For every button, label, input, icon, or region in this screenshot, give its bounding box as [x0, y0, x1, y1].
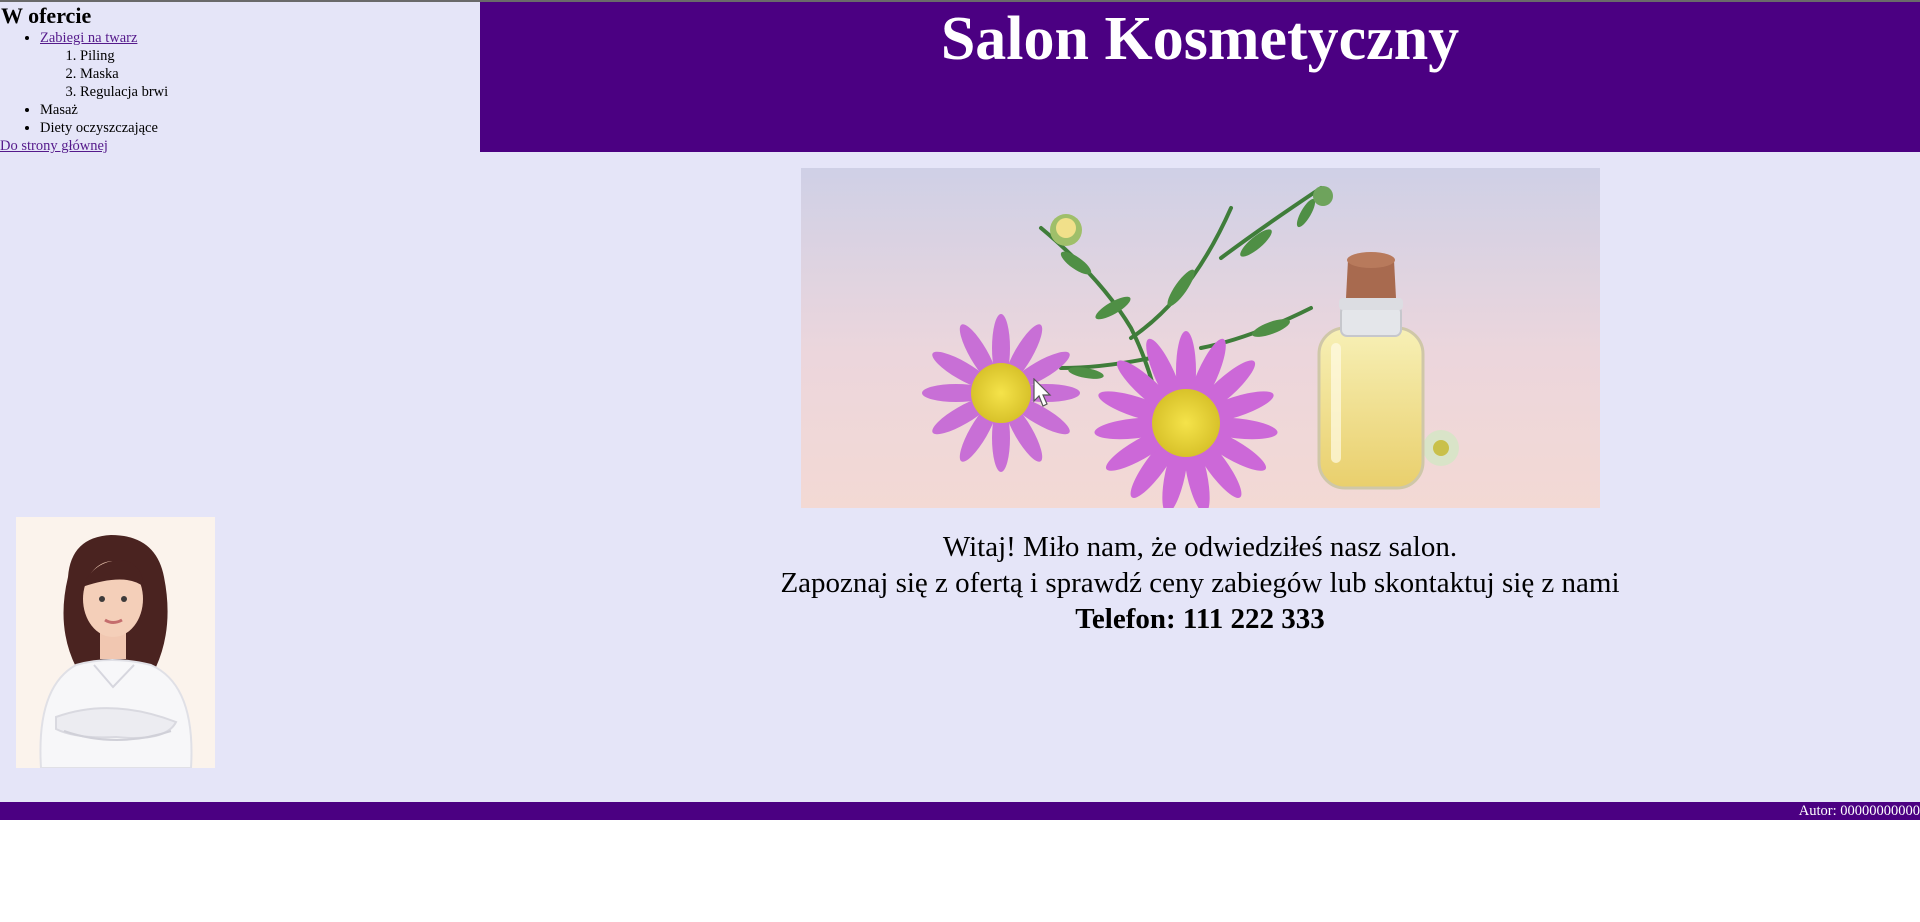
- facial-treatments-link[interactable]: Zabiegi na twarz: [40, 30, 137, 46]
- footer-bar: Autor: 00000000000: [0, 802, 1920, 820]
- menu-item-facial: Zabiegi na twarz Piling Maska Regulacja …: [40, 29, 480, 101]
- subitem-mask: Maska: [80, 65, 480, 83]
- offer-menu: W ofercie Zabiegi na twarz Piling Maska …: [0, 2, 480, 155]
- page-container: W ofercie Zabiegi na twarz Piling Maska …: [0, 2, 1920, 803]
- welcome-line-1: Witaj! Miło nam, że odwiedziłeś nasz sal…: [942, 531, 1458, 563]
- phone-number: Telefon: 111 222 333: [1075, 603, 1325, 635]
- subitem-piling: Piling: [80, 47, 480, 65]
- subitem-brow-regulation: Regulacja brwi: [80, 83, 480, 101]
- menu-item-diets: Diety oczyszczające: [40, 119, 480, 137]
- welcome-line-2: Zapoznaj się z ofertą i sprawdź ceny zab…: [780, 567, 1620, 599]
- facial-subitems: Piling Maska Regulacja brwi: [80, 47, 480, 101]
- home-page-link[interactable]: Do strony głównej: [0, 137, 480, 155]
- offer-list: Zabiegi na twarz Piling Maska Regulacja …: [40, 29, 480, 137]
- menu-item-massage: Masaż: [40, 101, 480, 119]
- header-banner: Salon Kosmetyczny: [480, 2, 1920, 152]
- hero-flowers-image: [801, 168, 1600, 508]
- author-text: Autor: 00000000000: [1798, 803, 1920, 819]
- mouse-pointer-icon: [1033, 378, 1052, 407]
- beautician-portrait-image: [16, 517, 215, 768]
- menu-heading: W ofercie: [1, 3, 92, 28]
- page-title: Salon Kosmetyczny: [940, 5, 1460, 73]
- welcome-section: Witaj! Miło nam, że odwiedziłeś nasz sal…: [480, 529, 1920, 637]
